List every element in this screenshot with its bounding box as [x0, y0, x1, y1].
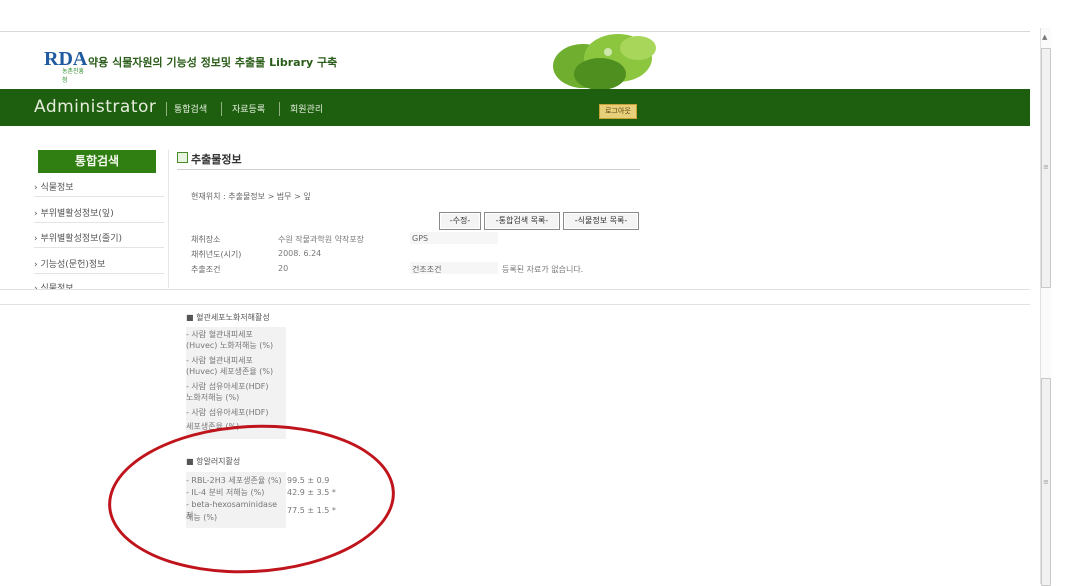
collect-place-label: 채취장소 [191, 235, 221, 244]
vascular-line: - 사람 혈관내피세포 [186, 330, 253, 339]
extract-condition-value: 20 [278, 264, 289, 273]
sidebar-item-leaf-activity[interactable]: › 부위별활성정보(잎) [34, 206, 114, 219]
extract-condition-label: 추출조건 [191, 265, 221, 274]
site-title: 약용 식물자원의 기능성 정보및 추출물 Library 구축 [88, 56, 338, 69]
header-top-border [0, 31, 1030, 32]
scroll-grip-icon: ≡ [1043, 478, 1049, 486]
sidebar-divider [34, 247, 164, 248]
logout-button[interactable]: 로그아웃 [599, 104, 637, 119]
scroll-grip-icon: ≡ [1043, 163, 1049, 171]
collect-place-value: 수원 작물과학원 약작포장 [278, 235, 365, 244]
sidebar-divider [34, 273, 164, 274]
sidebar-item-plant-info[interactable]: › 식물정보 [34, 180, 74, 193]
highlight-ellipse [104, 417, 399, 581]
dry-condition-value: 등록된 자료가 없습니다. [502, 265, 584, 274]
admin-title: Administrator [34, 97, 157, 117]
nav-data-register[interactable]: 자료등록 [232, 102, 265, 115]
section-divider [0, 304, 1030, 305]
collect-year-label: 채취년도(시기) [191, 250, 242, 259]
logo-subtext: 농촌진흥청 [62, 68, 85, 84]
vascular-line: (Huvec) 노화저해능 (%) [186, 341, 274, 350]
collect-year-value: 2008. 6.24 [278, 249, 322, 258]
scroll-up-icon[interactable]: ▲ [1042, 33, 1047, 41]
edit-button[interactable]: -수정- [439, 212, 481, 230]
document-icon [177, 152, 188, 163]
sidebar-item-stem-activity[interactable]: › 부위별활성정보(줄기) [34, 231, 122, 244]
vascular-activity-heading: ■ 혈관세포노화저해활성 [186, 313, 270, 322]
sidebar-divider [34, 196, 164, 197]
dry-condition-label: 건조조건 [412, 265, 442, 274]
section-divider [0, 289, 1030, 290]
rda-logo[interactable]: RDA 농촌진흥청 [44, 48, 87, 84]
search-list-button[interactable]: -통합검색 목록- [484, 212, 560, 230]
nav-separator [166, 102, 167, 116]
plant-list-button[interactable]: -식물정보 목록- [563, 212, 639, 230]
vascular-line: - 사람 섬유아세포(HDF) [186, 382, 269, 391]
sidebar-border [168, 150, 169, 288]
vascular-line: - 사람 혈관내피세포 [186, 356, 253, 365]
vascular-line: (Huvec) 세포생존율 (%) [186, 367, 274, 376]
nav-member-management[interactable]: 회원관리 [290, 102, 323, 115]
sidebar-title: 통합검색 [38, 150, 156, 173]
title-underline [177, 169, 640, 170]
breadcrumb: 현재위치 : 추출물정보 > 범무 > 잎 [191, 192, 311, 201]
gps-label: GPS [412, 234, 429, 243]
sidebar-divider [34, 222, 164, 223]
leaves-illustration [553, 34, 656, 90]
page-title: 추출물정보 [191, 153, 242, 166]
vascular-line: 노화저해능 (%) [186, 393, 240, 402]
sidebar-item-plant-info-2[interactable]: › 식물정보 [34, 281, 74, 289]
sidebar-item-literature-info[interactable]: › 기능성(문헌)정보 [34, 257, 105, 270]
nav-separator [221, 102, 222, 116]
vascular-line: - 사람 섬유아세포(HDF) [186, 408, 269, 417]
nav-integrated-search[interactable]: 통합검색 [174, 102, 207, 115]
nav-separator [279, 102, 280, 116]
